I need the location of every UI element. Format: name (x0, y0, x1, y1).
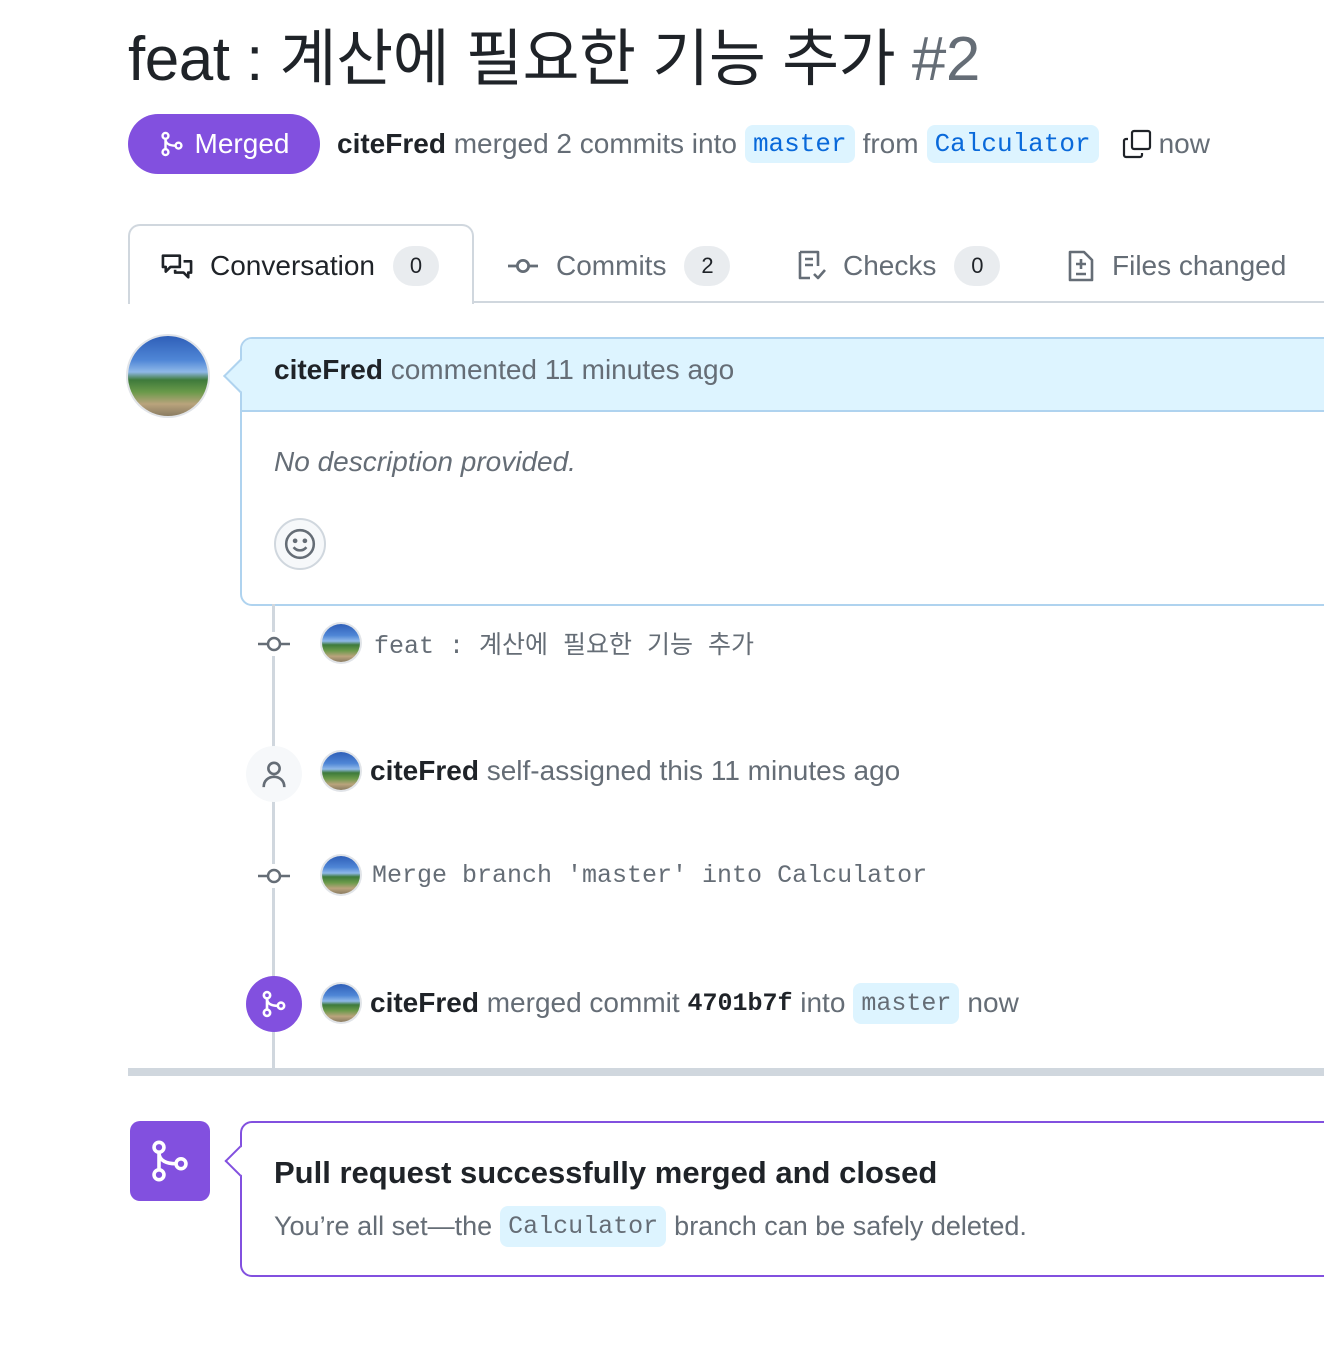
merged-state-badge: Merged (128, 114, 320, 174)
page-title: feat : 계산에 필요한 기능 추가 #2 (128, 22, 980, 98)
git-commit-icon (506, 251, 540, 281)
tab-commits-label: Commits (556, 250, 667, 281)
from-text: from (862, 128, 919, 159)
person-icon (259, 759, 289, 789)
commit-1-message[interactable]: feat : 계산에 필요한 기능 추가 (374, 625, 754, 661)
comment-action: commented 11 minutes ago (390, 354, 735, 385)
merge-time: now (1158, 128, 1210, 159)
merge-status-branch[interactable]: Calculator (500, 1206, 667, 1247)
merge-event-row: citeFred merged commit 4701b7f into mast… (322, 980, 1019, 1026)
assign-row: citeFred self-assigned this 11 minutes a… (322, 750, 900, 792)
git-merge-icon (260, 989, 288, 1019)
merge-event-avatar[interactable] (322, 984, 360, 1022)
tab-conversation[interactable]: Conversation 0 (160, 242, 439, 290)
timeline-separator (128, 1068, 1324, 1076)
git-merge-icon (159, 130, 185, 158)
merge-event-branch[interactable]: master (853, 982, 960, 1024)
merge-commit-sha[interactable]: 4701b7f (687, 989, 792, 1018)
comment-header-text: citeFred commented 11 minutes ago (274, 354, 734, 386)
merged-status-icon-box (130, 1121, 210, 1201)
merge-event-text: merged commit (486, 987, 680, 1018)
tab-files-changed-label: Files changed (1112, 250, 1287, 281)
merge-event-into: into (800, 987, 846, 1018)
copy-icon[interactable] (1121, 128, 1153, 160)
commit-2-message[interactable]: Merge branch 'master' into Calculator (372, 861, 927, 890)
pr-number: #2 (911, 25, 980, 94)
assign-author[interactable]: citeFred (370, 755, 479, 786)
tab-checks-count: 0 (954, 246, 1001, 286)
commit-1-avatar[interactable] (322, 624, 360, 662)
head-branch[interactable]: Calculator (926, 125, 1099, 163)
merge-event-badge (246, 976, 302, 1032)
tab-checks-label: Checks (843, 250, 937, 281)
merge-event-author[interactable]: citeFred (370, 987, 479, 1019)
checklist-icon (795, 249, 827, 283)
commit-1-node (256, 632, 292, 656)
base-branch[interactable]: master (744, 125, 855, 163)
assign-event-badge (246, 746, 302, 802)
merge-status-desc-post: branch can be safely deleted. (674, 1211, 1027, 1241)
git-commit-icon (258, 868, 290, 884)
assign-avatar[interactable] (322, 752, 360, 790)
pr-meta: citeFred merged 2 commits into master fr… (337, 118, 1210, 170)
tab-files-changed[interactable]: Files changed (1066, 242, 1286, 290)
tab-commits[interactable]: Commits 2 (506, 242, 731, 290)
merge-event-time: now (967, 987, 1019, 1018)
comment-discussion-icon (160, 251, 194, 281)
tab-checks[interactable]: Checks 0 (795, 242, 1001, 290)
merge-status-desc: You’re all set—the Calculator branch can… (274, 1206, 1027, 1247)
file-diff-icon (1066, 249, 1096, 283)
merge-status-desc-pre: You’re all set—the (274, 1211, 493, 1241)
tab-conversation-label: Conversation (210, 250, 375, 281)
comment-author[interactable]: citeFred (274, 354, 383, 385)
comment-author-avatar[interactable] (128, 336, 208, 416)
author-link[interactable]: citeFred (337, 128, 446, 160)
merge-status-box (240, 1121, 1324, 1277)
merge-summary-text: merged 2 commits into (453, 128, 737, 159)
commit-2-node (256, 864, 292, 888)
merged-state-label: Merged (194, 128, 290, 159)
git-merge-icon (148, 1137, 192, 1185)
assign-text: self-assigned this 11 minutes ago (486, 755, 901, 786)
comment-body: No description provided. (274, 446, 576, 477)
commit-2-row: Merge branch 'master' into Calculator (322, 854, 927, 896)
commit-1-row: feat : 계산에 필요한 기능 추가 (322, 622, 754, 664)
commit-2-avatar[interactable] (322, 856, 360, 894)
smiley-icon (283, 527, 317, 561)
merge-status-title: Pull request successfully merged and clo… (274, 1155, 938, 1190)
pr-title: feat : 계산에 필요한 기능 추가 (128, 25, 896, 94)
tab-conversation-count: 0 (392, 246, 439, 286)
add-reaction-button[interactable] (274, 518, 326, 570)
git-commit-icon (258, 636, 290, 652)
tab-commits-count: 2 (684, 246, 731, 286)
